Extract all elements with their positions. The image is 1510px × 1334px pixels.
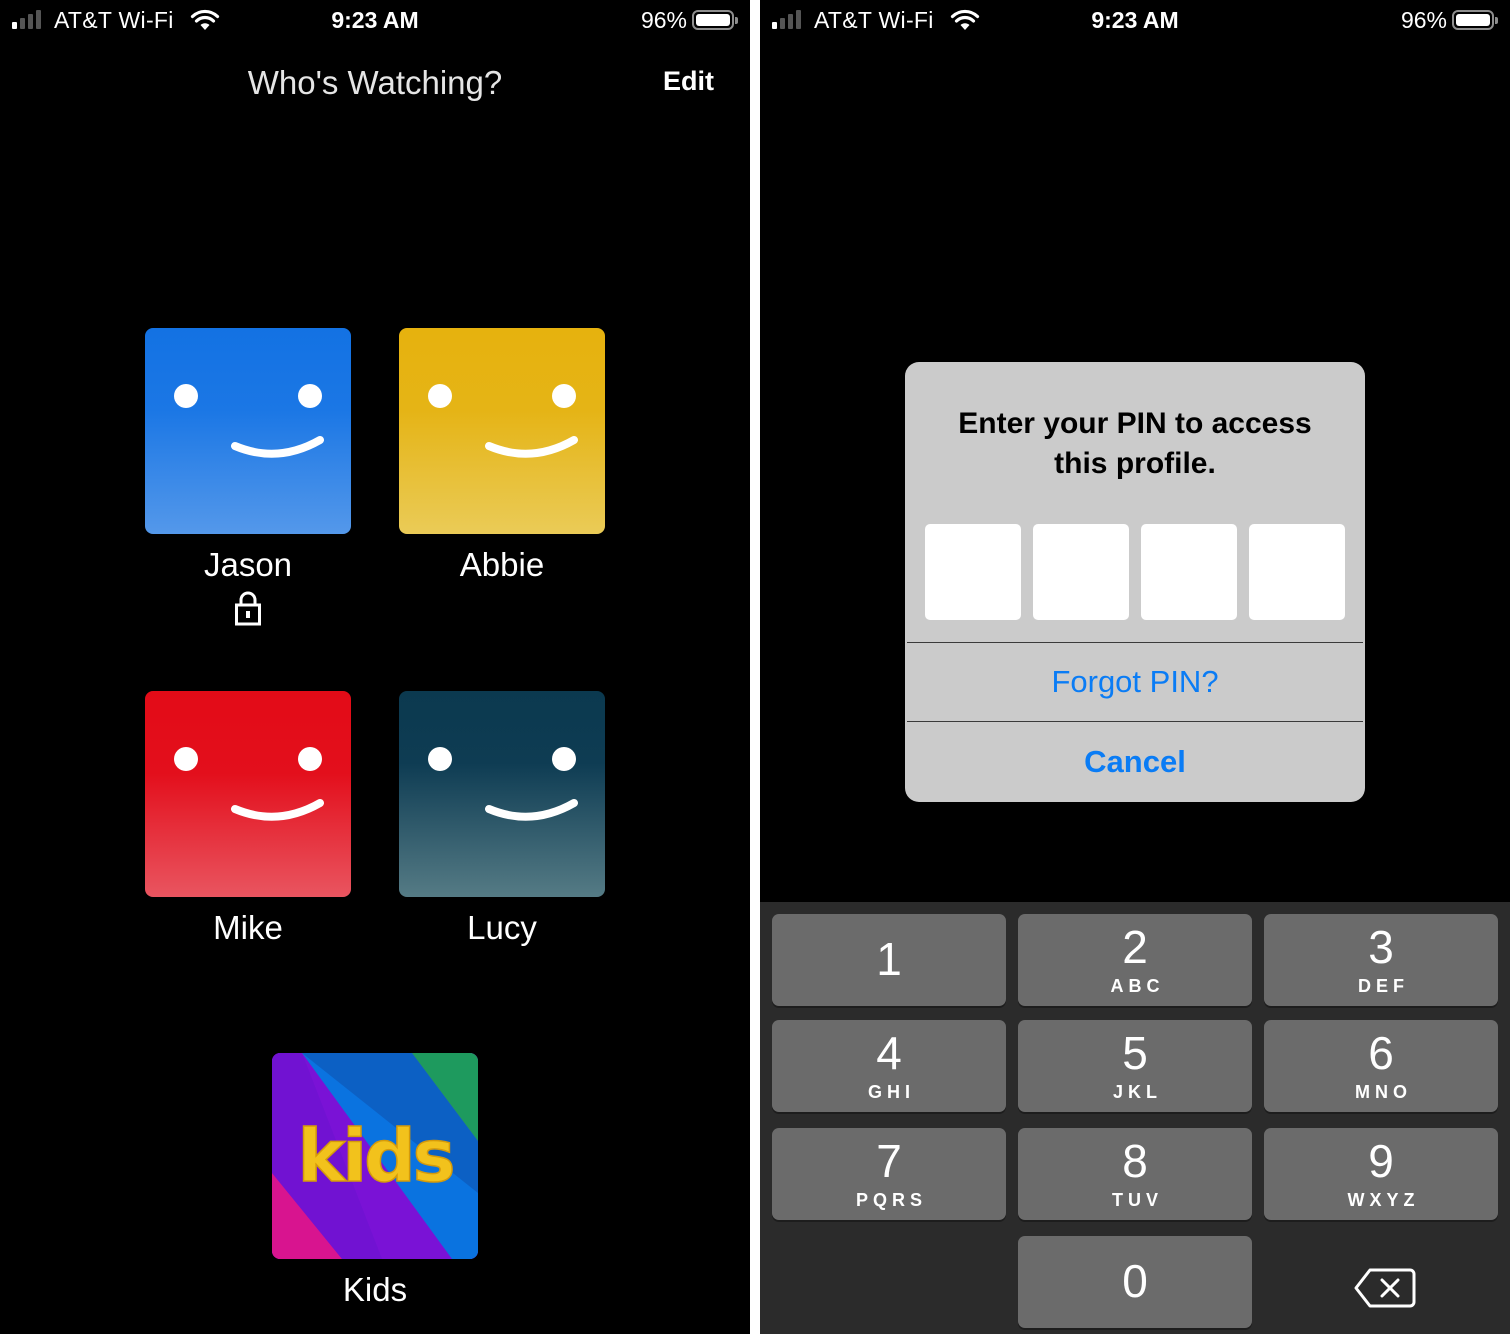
key-letters: WXYZ	[1347, 1190, 1420, 1210]
kids-logo-icon: kids	[272, 1053, 478, 1259]
key-digit: 5	[1122, 1027, 1148, 1079]
kids-avatar: kids	[272, 1053, 478, 1259]
key-1[interactable]: 1	[772, 914, 1006, 1006]
pin-digit-4[interactable]	[1249, 524, 1345, 620]
profile-lucy[interactable]: Lucy	[399, 691, 605, 947]
key-5[interactable]: 5 JKL	[1018, 1020, 1252, 1112]
key-8[interactable]: 8 TUV	[1018, 1128, 1252, 1220]
profile-name: Kids	[342, 1271, 408, 1308]
key-digit: 4	[876, 1027, 902, 1079]
profile-name: Mike	[213, 909, 283, 946]
smiley-face-icon	[174, 747, 324, 821]
pin-digit-1[interactable]	[925, 524, 1021, 620]
edit-button[interactable]: Edit	[663, 66, 714, 97]
key-digit: 0	[1122, 1255, 1148, 1307]
avatar	[399, 691, 605, 897]
pin-digit-3[interactable]	[1141, 524, 1237, 620]
battery-icon	[1452, 10, 1498, 30]
profile-name: Lucy	[467, 909, 537, 946]
key-digit: 8	[1122, 1135, 1148, 1187]
key-2[interactable]: 2 ABC	[1018, 914, 1252, 1006]
key-digit: 2	[1122, 921, 1148, 973]
clock: 9:23 AM	[1091, 7, 1179, 33]
key-4[interactable]: 4 GHI	[772, 1020, 1006, 1112]
profiles-screen: AT&T Wi-Fi 9:23 AM 96% Who's Watching? E…	[0, 0, 750, 1334]
battery-percent: 96%	[1400, 7, 1447, 33]
avatar	[145, 328, 351, 534]
key-letters: GHI	[867, 1082, 915, 1102]
key-0[interactable]: 0	[1018, 1236, 1252, 1328]
key-letters: TUV	[1112, 1190, 1163, 1210]
profile-abbie[interactable]: Abbie	[399, 328, 605, 584]
smiley-face-icon	[428, 747, 578, 821]
profile-kids[interactable]: kids Kids	[272, 1053, 478, 1309]
dialog-message: Enter your PIN to access this profile.	[905, 404, 1365, 484]
key-digit: 3	[1368, 921, 1394, 973]
lock-icon	[235, 591, 261, 626]
key-digit: 7	[876, 1135, 902, 1187]
svg-text:kids: kids	[298, 1114, 453, 1198]
cancel-button[interactable]: Cancel	[905, 722, 1365, 802]
smiley-face-icon	[174, 384, 324, 458]
status-bar: AT&T Wi-Fi 9:23 AM 96%	[0, 0, 750, 42]
smiley-face-icon	[428, 384, 578, 458]
pin-digit-2[interactable]	[1033, 524, 1129, 620]
profile-jason[interactable]: Jason	[145, 328, 351, 626]
key-digit: 6	[1368, 1027, 1394, 1079]
key-3[interactable]: 3 DEF	[1264, 914, 1498, 1006]
dialog-message-line1: Enter your PIN to access	[958, 407, 1312, 440]
backspace-icon[interactable]	[1352, 1264, 1418, 1312]
pin-dialog: Enter your PIN to access this profile. F…	[905, 362, 1365, 802]
profile-name: Abbie	[459, 546, 545, 583]
page-title: Who's Watching?	[247, 64, 503, 101]
status-bar: AT&T Wi-Fi 9:23 AM 96%	[760, 0, 1510, 42]
profile-name: Jason	[203, 546, 293, 583]
profile-mike[interactable]: Mike	[145, 691, 351, 947]
key-letters: ABC	[1110, 976, 1165, 996]
pin-screen: AT&T Wi-Fi 9:23 AM 96% Enter your PIN to…	[760, 0, 1510, 1334]
key-digit: 9	[1368, 1135, 1394, 1187]
key-6[interactable]: 6 MNO	[1264, 1020, 1498, 1112]
clock: 9:23 AM	[331, 7, 419, 33]
screen-divider	[750, 0, 760, 1334]
key-letters: MNO	[1355, 1082, 1412, 1102]
key-7[interactable]: 7 PQRS	[772, 1128, 1006, 1220]
key-9[interactable]: 9 WXYZ	[1264, 1128, 1498, 1220]
key-digit: 1	[876, 933, 902, 985]
key-letters: JKL	[1112, 1082, 1162, 1102]
battery-percent: 96%	[640, 7, 687, 33]
key-letters: PQRS	[855, 1190, 927, 1210]
pin-input-group	[925, 524, 1345, 620]
avatar	[145, 691, 351, 897]
numeric-keypad: 1 2 ABC 3 DEF 4 GHI 5 JKL 6 MNO 7 PQRS 8…	[760, 902, 1510, 1334]
dialog-message-line2: this profile.	[1054, 447, 1216, 480]
battery-icon	[692, 10, 738, 30]
forgot-pin-button[interactable]: Forgot PIN?	[905, 643, 1365, 721]
key-letters: DEF	[1358, 976, 1409, 996]
avatar	[399, 328, 605, 534]
